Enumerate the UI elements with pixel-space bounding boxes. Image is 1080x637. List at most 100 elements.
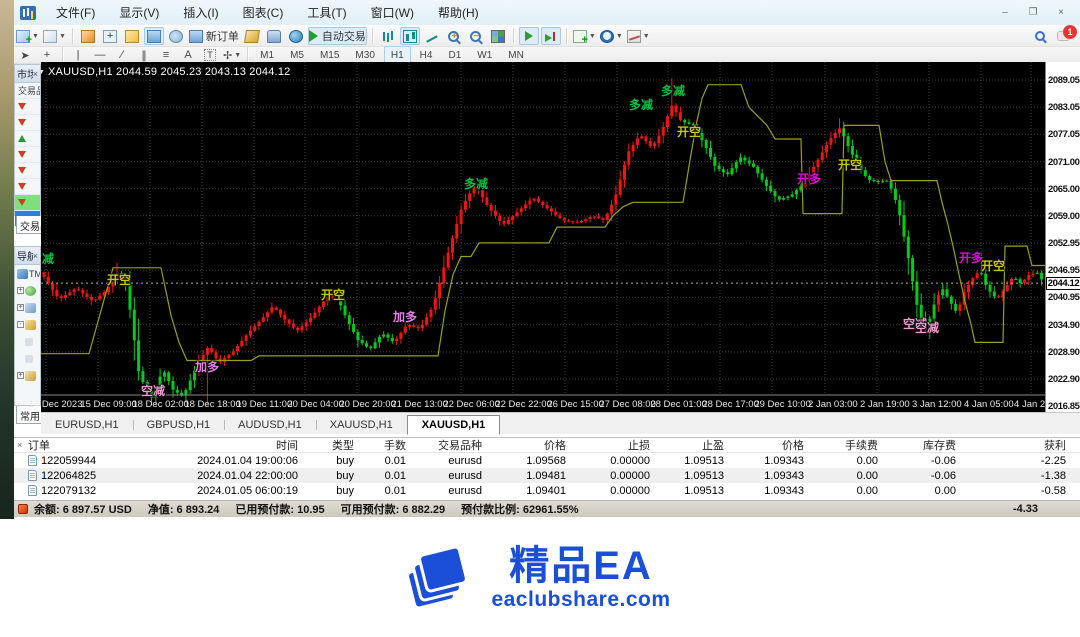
menu-item-6[interactable]: 窗口(W): [359, 0, 426, 25]
menu-item-1[interactable]: 文件(F): [44, 0, 107, 25]
close-order-icon[interactable]: ✕: [1070, 485, 1080, 496]
child-icon: [25, 337, 33, 346]
market-watch-row[interactable]: [15, 179, 40, 195]
market-watch-symbols-tab[interactable]: 交易品种: [16, 216, 42, 234]
order-row[interactable]: 122079132 2024.01.05 06:00:19 buy 0.01 eurus…: [14, 483, 1080, 498]
price-axis-label: 2028.90: [1048, 346, 1080, 358]
autotrading-button[interactable]: 自动交易: [307, 27, 367, 45]
minimize-button[interactable]: –: [998, 7, 1012, 18]
navigator-toggle[interactable]: [122, 27, 142, 45]
market-watch-row[interactable]: [15, 195, 40, 211]
account-server-icon: [17, 268, 28, 279]
bar-chart-mode-button[interactable]: [378, 27, 398, 45]
tree-toggle-icon[interactable]: +: [17, 304, 24, 311]
navigator-item-indicators[interactable]: +: [15, 299, 40, 316]
price-axis-label: 2077.05: [1048, 129, 1080, 141]
navigator-root-item[interactable]: TMC: [15, 265, 40, 282]
navigator-item-child[interactable]: [15, 333, 40, 350]
line-chart-mode-button[interactable]: [422, 27, 442, 45]
navigator-item-accounts[interactable]: +: [15, 282, 40, 299]
cursor-tool-button[interactable]: ➤: [15, 46, 35, 64]
chart-tab-1[interactable]: EURUSD,H1: [41, 416, 133, 434]
scripts-icon: [25, 370, 36, 381]
time-axis-label: 18 Dec 02:00: [132, 399, 189, 410]
market-button[interactable]: [286, 27, 306, 45]
order-cell: -0.58: [1040, 484, 1066, 497]
search-button[interactable]: [1030, 27, 1050, 45]
indicators-button[interactable]: ▼: [572, 27, 597, 46]
chart-tab-3[interactable]: AUDUSD,H1: [224, 416, 316, 434]
restore-button[interactable]: ❐: [1026, 7, 1040, 18]
terminal-toggle[interactable]: [143, 27, 164, 45]
notification-badge: 1: [1063, 25, 1077, 39]
order-cell: 0.00: [934, 484, 956, 497]
chart-menu-caret[interactable]: ▼: [38, 69, 45, 76]
periods-button[interactable]: ▼: [599, 27, 624, 45]
menu-item-2[interactable]: 显示(V): [107, 0, 171, 25]
time-axis-label: 19 Dec 11:00: [236, 399, 293, 410]
price-axis-label: 2016.85: [1048, 401, 1080, 413]
chart-area[interactable]: 14 Dec 2023 15 Dec 09:00 18 Dec 02:00 18 De…: [29, 62, 1064, 412]
navigator-close-icon[interactable]: ×: [33, 251, 38, 261]
tick-down-icon: [18, 151, 26, 158]
market-watch-row[interactable]: [15, 131, 40, 147]
chart-tab-bar: EURUSD,H1 GBPUSD,H1 AUDUSD,H1 XAUUSD,H1 XAUU…: [41, 412, 1080, 435]
tree-toggle-icon[interactable]: +: [17, 287, 24, 294]
data-window-toggle[interactable]: [100, 27, 120, 45]
close-order-icon[interactable]: ✕: [1070, 470, 1080, 481]
templates-button[interactable]: ▼: [626, 27, 651, 45]
market-watch-row[interactable]: [15, 99, 40, 115]
new-chart-button[interactable]: ▼: [15, 27, 40, 46]
notifications-button[interactable]: 1: [1057, 25, 1077, 41]
order-cell: eurusd: [448, 484, 482, 497]
zoom-in-button[interactable]: [444, 27, 464, 45]
menu-item-3[interactable]: 插入(I): [171, 0, 230, 25]
candle-chart-mode-button[interactable]: [399, 27, 420, 45]
market-watch-toggle[interactable]: [78, 27, 98, 45]
zoom-in-icon: [448, 30, 460, 42]
tick-down-icon: [18, 167, 26, 174]
tree-toggle-icon[interactable]: -: [17, 321, 24, 328]
order-row[interactable]: 122059944 2024.01.04 19:00:06 buy 0.01 eurus…: [14, 453, 1080, 468]
order-cell: -2.25: [1040, 454, 1066, 467]
mt4-window: 文件(F) 显示(V) 插入(I) 图表(C) 工具(T) 窗口(W) 帮助(H) – ❐ …: [0, 0, 1080, 637]
order-cell: 1.09343: [764, 454, 804, 467]
profiles-button[interactable]: ▼: [42, 27, 67, 45]
market-watch-row[interactable]: [15, 163, 40, 179]
navigator-header: 导航 ×: [15, 247, 40, 265]
terminal-header-row[interactable]: 订单 时间 类型 手数 交易品种 价格 止损 止盈 价格 手续费 库存费 获利: [14, 438, 1080, 453]
order-row[interactable]: 122064825 2024.01.04 22:00:00 buy 0.01 eurus…: [14, 468, 1080, 483]
tree-toggle-icon[interactable]: +: [17, 372, 24, 379]
market-watch-row[interactable]: [15, 147, 40, 163]
order-cell: 0.00000: [610, 469, 650, 482]
column-header: 获利: [1044, 440, 1066, 452]
order-cell: -0.06: [930, 469, 956, 482]
menu-item-5[interactable]: 工具(T): [295, 0, 358, 25]
zoom-out-button[interactable]: [466, 27, 486, 45]
chart-tab-5[interactable]: XAUUSD,H1: [406, 415, 501, 435]
line-chart-icon: [425, 30, 439, 43]
menu-item-4[interactable]: 图表(C): [231, 0, 296, 25]
menu-item-7[interactable]: 帮助(H): [426, 0, 491, 25]
chart-tab-4[interactable]: XAUUSD,H1: [315, 416, 407, 434]
strategy-tester-toggle[interactable]: [166, 27, 186, 45]
navigator-item-scripts[interactable]: +: [15, 367, 40, 384]
community-button[interactable]: [264, 27, 284, 45]
time-axis-label: 15 Dec 09:00: [80, 399, 137, 410]
close-order-icon[interactable]: ✕: [1070, 455, 1080, 466]
chart-shift-button[interactable]: [540, 27, 561, 45]
new-order-button[interactable]: 新订单: [188, 27, 240, 45]
metaeditor-button[interactable]: [242, 27, 262, 45]
auto-scroll-button[interactable]: [518, 27, 539, 45]
market-watch-col-header[interactable]: 交易品种: [15, 83, 40, 99]
price-axis[interactable]: 2089.05 2083.05 2077.05 2071.00 2065.00 2059.…: [1045, 62, 1080, 412]
close-button[interactable]: ×: [1054, 7, 1068, 18]
window-controls: – ❐ ×: [998, 7, 1080, 18]
navigator-item-child[interactable]: [15, 350, 40, 367]
tile-windows-button[interactable]: [488, 27, 508, 45]
navigator-item-experts[interactable]: -: [15, 316, 40, 333]
market-watch-row[interactable]: [15, 115, 40, 131]
chart-tab-2[interactable]: GBPUSD,H1: [132, 416, 225, 434]
market-watch-header: 市场报价 ×: [15, 65, 40, 83]
terminal-close-icon[interactable]: ×: [17, 440, 22, 450]
